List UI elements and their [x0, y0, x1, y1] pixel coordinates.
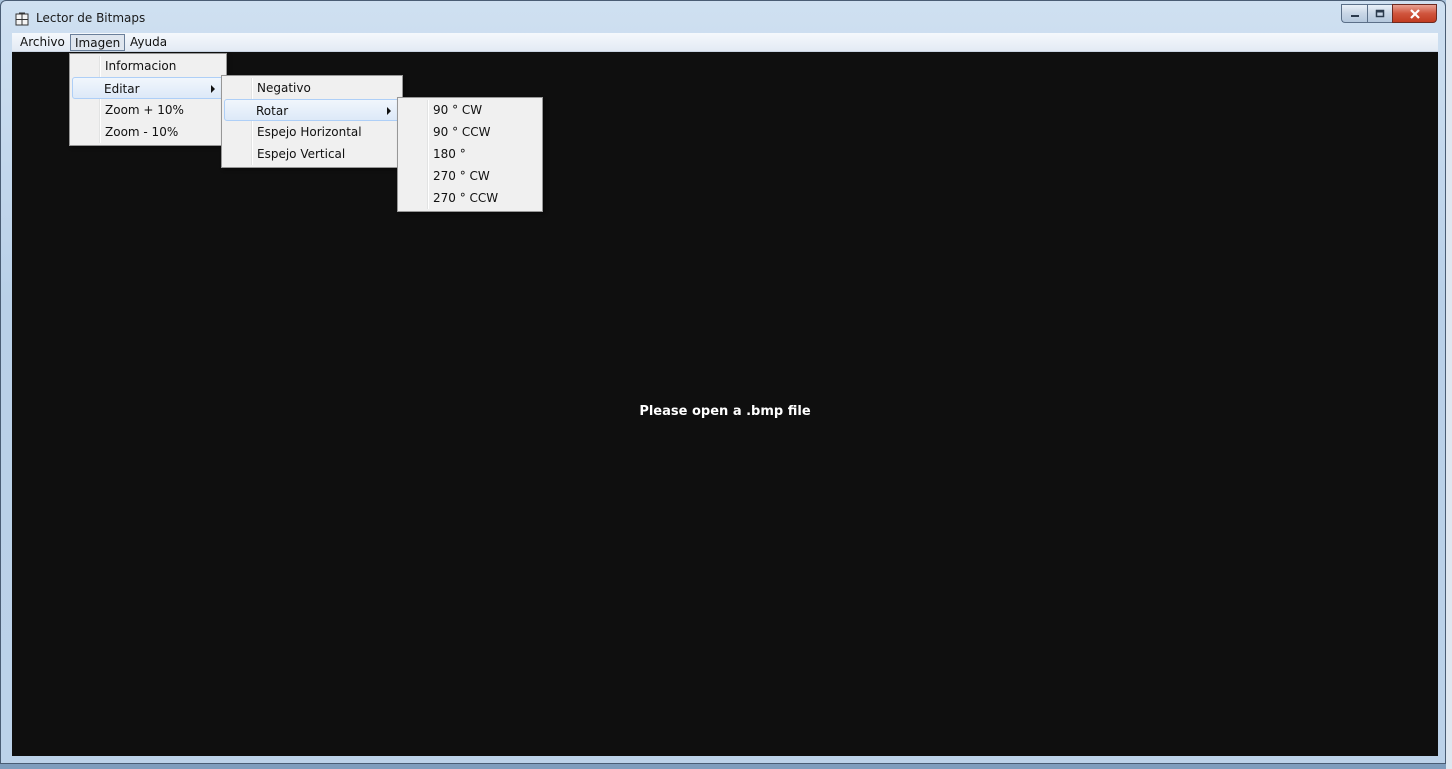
app-icon — [15, 11, 29, 26]
menu-item-rotate-270-cw[interactable]: 270 ° CW — [400, 165, 540, 187]
window-controls — [1341, 4, 1437, 24]
submenu-arrow-icon — [211, 85, 215, 93]
menu-archivo[interactable]: Archivo — [16, 34, 69, 51]
empty-state-message: Please open a .bmp file — [639, 404, 811, 419]
maximize-button[interactable] — [1367, 4, 1392, 23]
menu-bar: Archivo Imagen Ayuda — [12, 33, 1438, 52]
menu-item-label: Zoom + 10% — [105, 103, 184, 117]
minimize-button[interactable] — [1341, 4, 1367, 23]
submenu-arrow-icon — [387, 107, 391, 115]
imagen-dropdown: Informacion Editar Zoom + 10% Zoom - 10% — [69, 53, 227, 146]
menu-imagen[interactable]: Imagen — [70, 34, 126, 51]
menu-item-label: Espejo Horizontal — [257, 125, 362, 139]
menu-item-rotate-90-ccw[interactable]: 90 ° CCW — [400, 121, 540, 143]
menu-item-label: 90 ° CCW — [433, 125, 491, 139]
menu-item-rotar[interactable]: Rotar — [224, 99, 400, 121]
menu-item-label: Editar — [104, 82, 140, 96]
close-icon — [1409, 8, 1420, 19]
restore-icon — [1375, 9, 1385, 18]
menu-item-zoom-in[interactable]: Zoom + 10% — [72, 99, 224, 121]
menu-item-espejo-vertical[interactable]: Espejo Vertical — [224, 143, 400, 165]
menu-item-rotate-180[interactable]: 180 ° — [400, 143, 540, 165]
menu-item-label: Rotar — [256, 104, 289, 118]
menu-item-label: Espejo Vertical — [257, 147, 346, 161]
editar-submenu: Negativo Rotar Espejo Horizontal Espejo … — [221, 75, 403, 168]
title-bar[interactable]: Lector de Bitmaps — [1, 1, 1445, 33]
menu-item-label: Negativo — [257, 81, 311, 95]
close-button[interactable] — [1392, 4, 1437, 23]
menu-item-label: Zoom - 10% — [105, 125, 179, 139]
menu-item-negativo[interactable]: Negativo — [224, 77, 400, 99]
menu-item-zoom-out[interactable]: Zoom - 10% — [72, 121, 224, 143]
menu-item-rotate-270-ccw[interactable]: 270 ° CCW — [400, 187, 540, 209]
menu-item-informacion[interactable]: Informacion — [72, 55, 224, 77]
rotar-submenu: 90 ° CW 90 ° CCW 180 ° 270 ° CW 270 ° CC… — [397, 97, 543, 212]
background-window-edge — [1446, 0, 1452, 769]
menu-ayuda[interactable]: Ayuda — [126, 34, 171, 51]
menu-item-label: 90 ° CW — [433, 103, 483, 117]
menu-item-label: 270 ° CCW — [433, 191, 499, 205]
menu-item-editar[interactable]: Editar — [72, 77, 224, 99]
menu-item-label: Informacion — [105, 59, 177, 73]
minimize-icon — [1350, 14, 1359, 17]
window-title: Lector de Bitmaps — [36, 11, 146, 25]
menu-item-label: 270 ° CW — [433, 169, 490, 183]
menu-item-rotate-90-cw[interactable]: 90 ° CW — [400, 99, 540, 121]
menu-item-label: 180 ° — [433, 147, 466, 161]
menu-item-espejo-horizontal[interactable]: Espejo Horizontal — [224, 121, 400, 143]
